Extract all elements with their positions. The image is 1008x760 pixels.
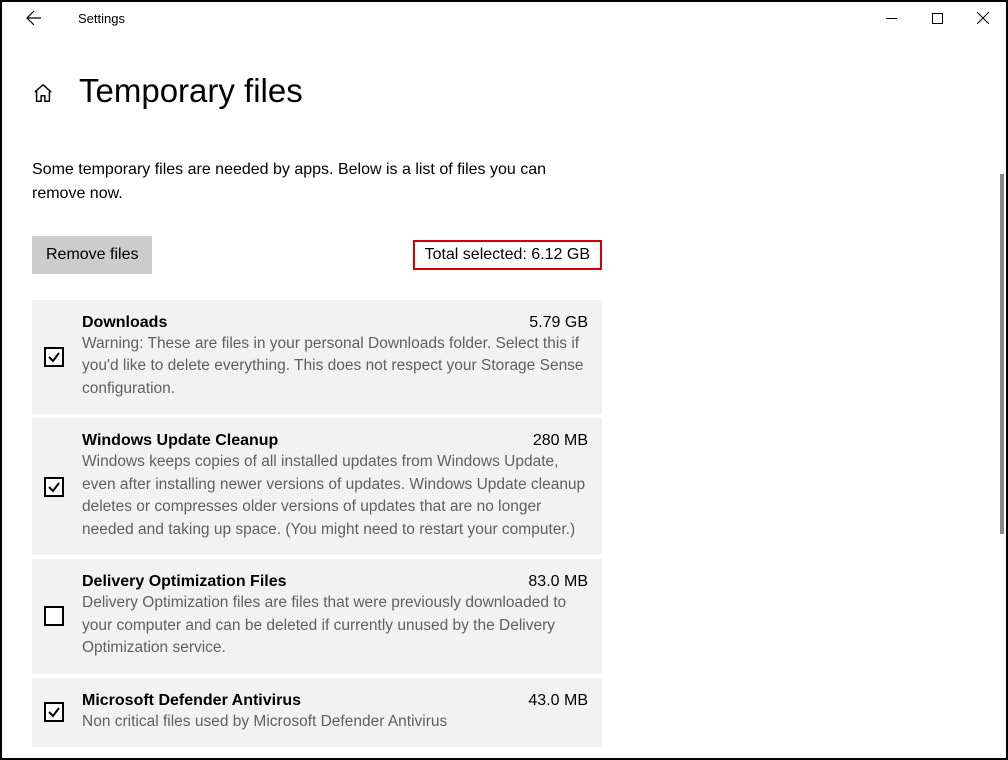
content-area: Temporary files Some temporary files are… xyxy=(2,34,1006,758)
item-description: Non critical files used by Microsoft Def… xyxy=(82,711,588,733)
item-size: 5.79 GB xyxy=(529,314,588,332)
maximize-icon xyxy=(932,13,943,24)
minimize-icon xyxy=(886,13,897,24)
item-title: Downloads xyxy=(82,314,167,332)
checkbox-column xyxy=(44,314,66,400)
window-controls xyxy=(868,2,1006,34)
item-body: Delivery Optimization Files 83.0 MBDelive… xyxy=(82,573,588,659)
item-body: Microsoft Defender Antivirus 43.0 MBNon c… xyxy=(82,692,588,733)
list-item: Downloads 5.79 GBWarning: These are files… xyxy=(32,300,602,414)
item-description: Windows keeps copies of all installed up… xyxy=(82,451,588,541)
minimize-button[interactable] xyxy=(868,2,914,34)
item-header: Windows Update Cleanup 280 MB xyxy=(82,432,588,450)
items-list: Downloads 5.79 GBWarning: These are files… xyxy=(32,300,602,747)
item-checkbox[interactable] xyxy=(44,347,64,367)
close-button[interactable] xyxy=(960,2,1006,34)
titlebar: Settings xyxy=(2,2,1006,34)
item-title: Delivery Optimization Files xyxy=(82,573,287,591)
home-icon[interactable] xyxy=(32,82,54,104)
item-description: Warning: These are files in your persona… xyxy=(82,333,588,400)
item-header: Microsoft Defender Antivirus 43.0 MB xyxy=(82,692,588,710)
item-title: Microsoft Defender Antivirus xyxy=(82,692,301,710)
item-header: Delivery Optimization Files 83.0 MB xyxy=(82,573,588,591)
remove-files-button[interactable]: Remove files xyxy=(32,236,152,274)
item-checkbox[interactable] xyxy=(44,702,64,722)
item-checkbox[interactable] xyxy=(44,477,64,497)
arrow-left-icon xyxy=(26,10,42,26)
back-button[interactable] xyxy=(18,2,50,34)
checkbox-column xyxy=(44,432,66,541)
item-header: Downloads 5.79 GB xyxy=(82,314,588,332)
list-item: Delivery Optimization Files 83.0 MBDelive… xyxy=(32,559,602,673)
item-title: Windows Update Cleanup xyxy=(82,432,278,450)
header-row: Temporary files xyxy=(32,72,976,110)
list-item: Microsoft Defender Antivirus 43.0 MBNon c… xyxy=(32,678,602,747)
item-checkbox[interactable] xyxy=(44,606,64,626)
close-icon xyxy=(977,12,989,24)
item-body: Windows Update Cleanup 280 MBWindows keep… xyxy=(82,432,588,541)
check-icon xyxy=(47,480,61,494)
item-body: Downloads 5.79 GBWarning: These are files… xyxy=(82,314,588,400)
app-title: Settings xyxy=(78,11,125,26)
item-description: Delivery Optimization files are files th… xyxy=(82,592,588,659)
maximize-button[interactable] xyxy=(914,2,960,34)
item-size: 280 MB xyxy=(533,432,588,450)
total-selected-label: Total selected: 6.12 GB xyxy=(413,240,602,270)
action-row: Remove files Total selected: 6.12 GB xyxy=(32,236,602,274)
scrollbar-thumb[interactable] xyxy=(1000,174,1004,534)
page-title: Temporary files xyxy=(79,72,303,110)
checkbox-column xyxy=(44,573,66,659)
item-size: 83.0 MB xyxy=(528,573,588,591)
list-item: Windows Update Cleanup 280 MBWindows keep… xyxy=(32,418,602,555)
intro-text: Some temporary files are needed by apps.… xyxy=(32,158,592,206)
checkbox-column xyxy=(44,692,66,733)
item-size: 43.0 MB xyxy=(528,692,588,710)
check-icon xyxy=(47,350,61,364)
check-icon xyxy=(47,705,61,719)
